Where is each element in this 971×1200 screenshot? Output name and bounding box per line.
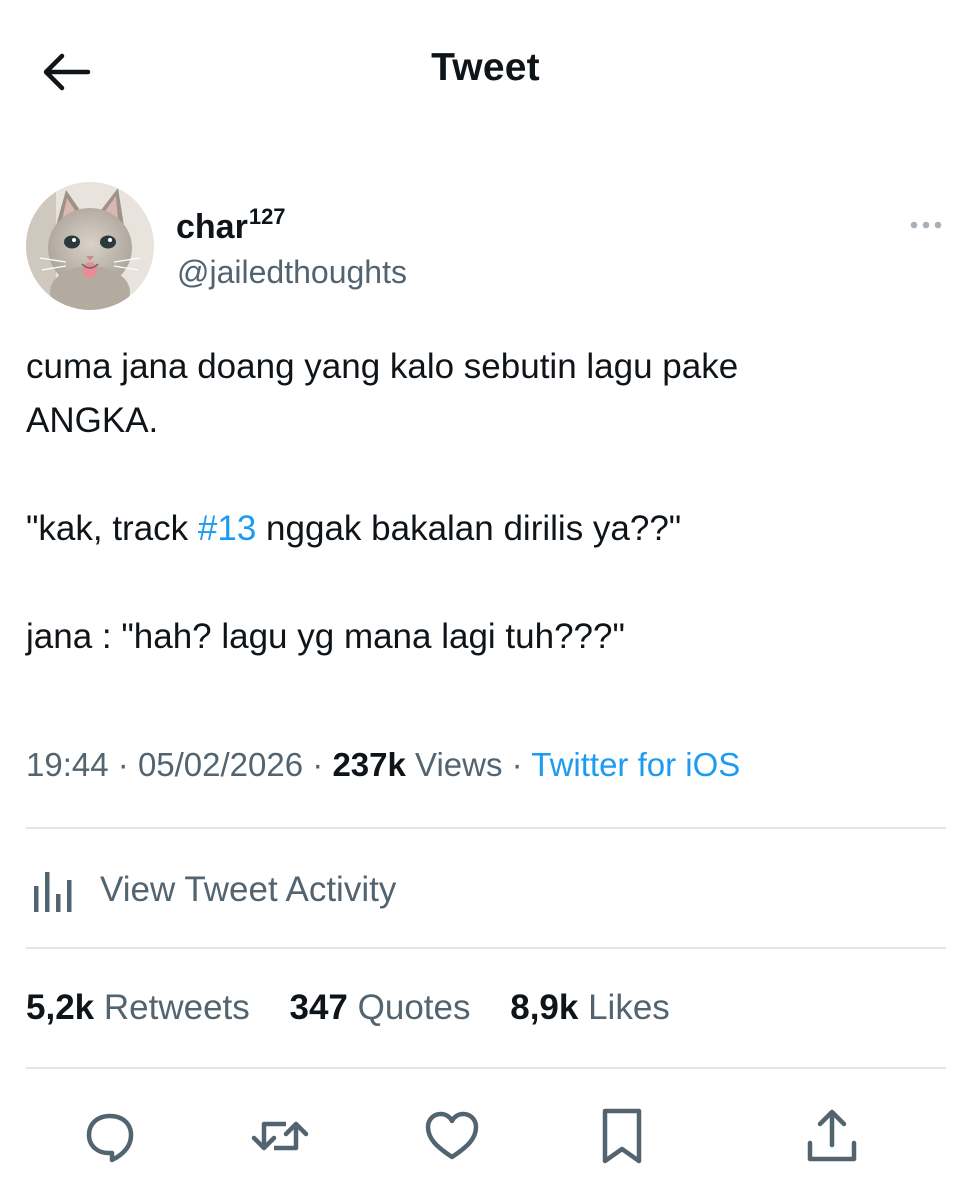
avatar[interactable]: [26, 182, 154, 310]
retweet-button[interactable]: [248, 1104, 312, 1168]
tweet-author: char127 @jailedthoughts: [26, 182, 946, 312]
more-options-button[interactable]: [906, 210, 946, 240]
tweet-time[interactable]: 19:44: [26, 746, 109, 783]
tweet-line: ANGKA.: [26, 401, 159, 440]
likes-count: 8,9k: [510, 988, 579, 1027]
header-bar: Tweet: [0, 0, 971, 140]
retweets-label: Retweets: [103, 988, 250, 1027]
engagement-stats: 5,2k Retweets 347 Quotes 8,9k Likes: [26, 988, 700, 1028]
meta-separator: ·: [511, 746, 523, 783]
display-name-text: char: [176, 208, 248, 246]
display-name[interactable]: char127: [176, 204, 286, 247]
meta-separator: ·: [312, 746, 324, 783]
activity-label: View Tweet Activity: [100, 870, 397, 909]
tweet-line: "kak, track #13 nggak bakalan dirilis ya…: [26, 502, 946, 556]
bookmark-icon: [602, 1108, 642, 1164]
tweet-meta: 19:44 · 05/02/2026 · 237k Views · Twitte…: [26, 746, 740, 784]
tweet-text: cuma jana doang yang kalo sebutin lagu p…: [26, 340, 946, 664]
view-tweet-activity-button[interactable]: View Tweet Activity: [26, 852, 946, 928]
likes-stat[interactable]: 8,9k Likes: [510, 988, 670, 1027]
source-link[interactable]: Twitter for iOS: [531, 746, 740, 783]
tweet-line-prefix: "kak, track: [26, 509, 198, 548]
more-dots-icon: [910, 221, 942, 229]
share-icon: [807, 1109, 857, 1162]
tweet-line: jana : "hah? lagu yg mana lagi tuh???": [26, 617, 625, 656]
quotes-count: 347: [289, 988, 348, 1027]
quotes-label: Quotes: [357, 988, 471, 1027]
bar-chart-icon: [34, 872, 72, 912]
divider: [26, 1067, 946, 1069]
bookmark-button[interactable]: [590, 1104, 654, 1168]
retweet-icon: [251, 1121, 309, 1151]
tweet-date[interactable]: 05/02/2026: [138, 746, 303, 783]
retweets-stat[interactable]: 5,2k Retweets: [26, 988, 250, 1027]
like-button[interactable]: [420, 1104, 484, 1168]
retweets-count: 5,2k: [26, 988, 95, 1027]
tweet-actions: [0, 1100, 971, 1170]
views-count: 237k: [332, 746, 406, 783]
tweet-line-suffix: nggak bakalan dirilis ya??": [256, 509, 682, 548]
views-label: Views: [415, 746, 503, 783]
kitten-avatar-image: [26, 182, 154, 310]
like-icon: [425, 1111, 479, 1160]
divider: [26, 947, 946, 949]
hashtag-link[interactable]: #13: [198, 509, 256, 548]
likes-label: Likes: [588, 988, 670, 1027]
share-button[interactable]: [800, 1104, 864, 1168]
tweet-line: cuma jana doang yang kalo sebutin lagu p…: [26, 347, 739, 386]
divider: [26, 827, 946, 829]
meta-separator: ·: [117, 746, 129, 783]
reply-button[interactable]: [78, 1104, 142, 1168]
display-name-superscript: 127: [248, 204, 286, 229]
user-handle[interactable]: @jailedthoughts: [177, 254, 407, 291]
reply-icon: [86, 1113, 134, 1163]
page-title: Tweet: [431, 46, 540, 89]
quotes-stat[interactable]: 347 Quotes: [290, 988, 471, 1027]
